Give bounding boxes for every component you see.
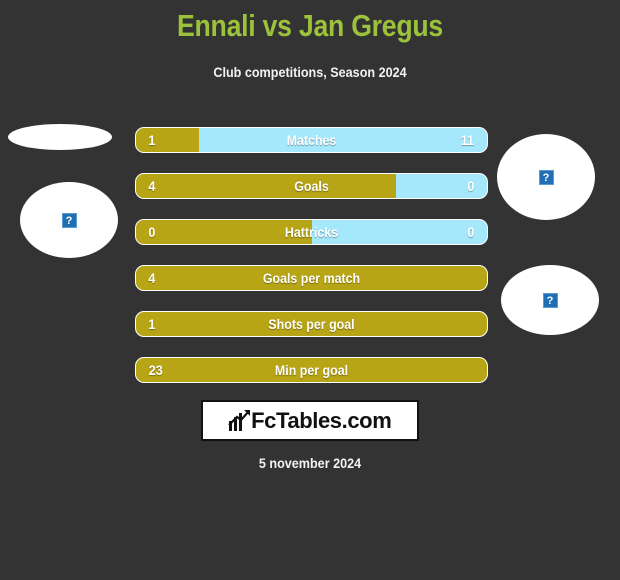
stat-bar-track [135, 357, 488, 383]
stat-bar-track [135, 265, 488, 291]
page-title: Ennali vs Jan Gregus [176, 8, 443, 43]
broken-image-icon: ? [538, 169, 554, 185]
bar-chart-icon [227, 409, 250, 431]
stat-bar-track [135, 127, 488, 153]
broken-image-icon: ? [542, 292, 558, 308]
away-player-flag-placeholder: ? [501, 265, 599, 335]
stat-row-hattricks: 0 Hattricks 0 [135, 219, 488, 245]
stat-bar-track [135, 173, 488, 199]
stat-row-min-per-goal: 23 Min per goal [135, 357, 488, 383]
stat-row-goals-per-match: 4 Goals per match [135, 265, 488, 291]
stats-comparison-page: Ennali vs Jan Gregus Club competitions, … [0, 0, 620, 580]
broken-image-icon: ? [61, 212, 77, 228]
away-player-photo-placeholder: ? [497, 134, 595, 220]
stats-bar-list: 1 Matches 11 4 Goals 0 0 Hattricks 0 4 G… [135, 127, 488, 403]
stat-bar-track [135, 219, 488, 245]
home-player-photo-placeholder: ? [20, 182, 118, 258]
stat-bar-fill-home [136, 174, 396, 198]
stat-bar-fill-home [136, 128, 200, 152]
fctables-logo[interactable]: FcTables.com [201, 400, 419, 441]
stat-row-shots-per-goal: 1 Shots per goal [135, 311, 488, 337]
logo-text: FcTables.com [251, 407, 392, 433]
stat-row-goals: 4 Goals 0 [135, 173, 488, 199]
page-subtitle: Club competitions, Season 2024 [213, 64, 407, 80]
home-player-flag-placeholder [8, 124, 112, 150]
stat-row-matches: 1 Matches 11 [135, 127, 488, 153]
stat-bar-track [135, 311, 488, 337]
footer-date: 5 november 2024 [258, 455, 362, 471]
stat-bar-fill-home [136, 220, 312, 244]
